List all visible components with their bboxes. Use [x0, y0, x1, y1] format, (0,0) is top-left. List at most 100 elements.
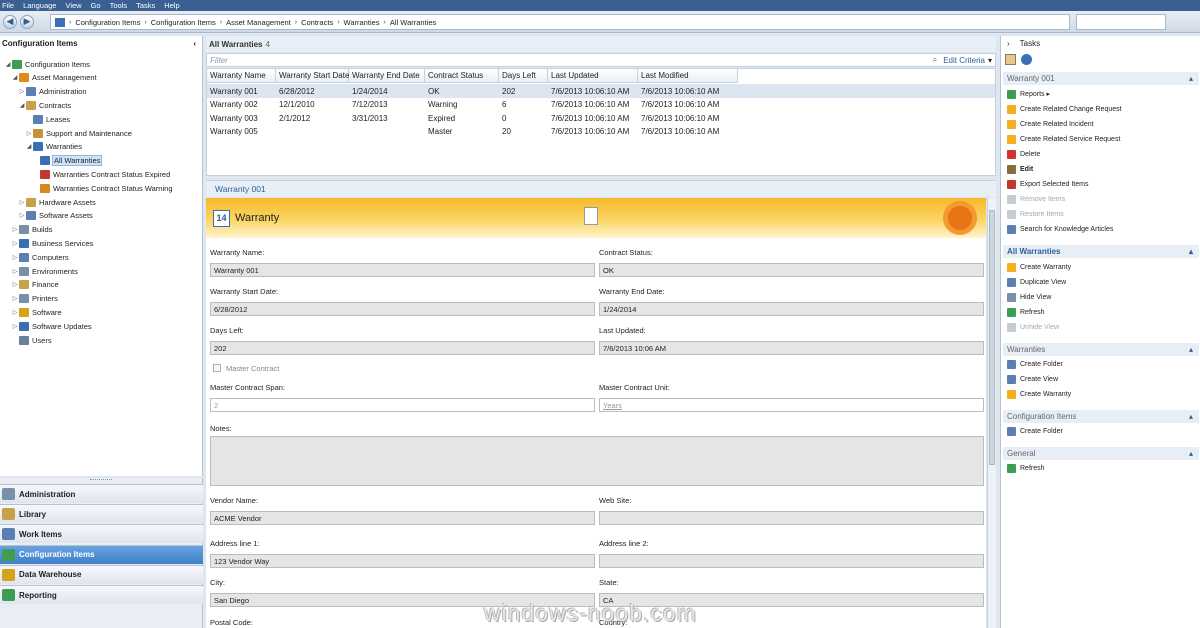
- table-row[interactable]: Warranty 001 6/28/2012 1/24/2014 OK 202 7/6/2…: [207, 84, 995, 98]
- edit-criteria-link[interactable]: Edit Criteria: [943, 56, 985, 65]
- breadcrumb-item[interactable]: Configuration Items: [151, 18, 216, 27]
- task-item[interactable]: Refresh: [1001, 306, 1199, 318]
- task-item[interactable]: Delete: [1001, 148, 1199, 160]
- expand-arrow-icon[interactable]: ▷: [18, 199, 26, 206]
- expand-arrow-icon[interactable]: ◢: [4, 61, 12, 68]
- task-item[interactable]: Edit: [1001, 164, 1199, 176]
- chevron-up-icon[interactable]: ▴: [1189, 247, 1193, 256]
- master-contract-checkbox[interactable]: [213, 364, 221, 372]
- expand-arrow-icon[interactable]: ◢: [18, 102, 26, 109]
- column-header[interactable]: Last Updated: [548, 69, 638, 83]
- column-header[interactable]: Contract Status: [425, 69, 499, 83]
- table-row[interactable]: Warranty 003 2/1/2012 3/31/2013 Expired 0 7/6…: [207, 111, 995, 125]
- chevron-up-icon[interactable]: ▴: [1189, 412, 1193, 421]
- master-contract-span-field[interactable]: 2: [210, 398, 595, 412]
- wunderbar-data-warehouse[interactable]: Data Warehouse: [0, 564, 203, 584]
- tree-item[interactable]: Leases: [25, 113, 70, 125]
- breadcrumb[interactable]: › Configuration Items › Configuration Items…: [50, 14, 1070, 30]
- task-section-header[interactable]: General ▴: [1003, 446, 1199, 460]
- column-header[interactable]: Warranty Name: [207, 69, 276, 83]
- menu-item-tools[interactable]: Tools: [110, 1, 128, 10]
- address-line-1-field[interactable]: 123 Vendor Way: [210, 554, 595, 568]
- task-item[interactable]: Create Folder: [1001, 359, 1199, 371]
- column-header[interactable]: Warranty End Date: [349, 69, 425, 83]
- task-item[interactable]: Create Warranty: [1001, 389, 1199, 401]
- menu-item-file[interactable]: File: [2, 1, 14, 10]
- wunderbar-work-items[interactable]: Work Items: [0, 524, 203, 544]
- expand-arrow-icon[interactable]: ▷: [11, 323, 19, 330]
- forward-button[interactable]: ▶: [20, 14, 34, 29]
- menu-item-help[interactable]: Help: [164, 1, 179, 10]
- task-section-header[interactable]: Configuration Items ▴: [1003, 409, 1199, 423]
- splitter-grip[interactable]: [90, 479, 112, 481]
- address-line-2-field[interactable]: [599, 554, 984, 568]
- expand-arrow-icon[interactable]: ▷: [18, 88, 26, 95]
- task-item[interactable]: Create Related Service Request: [1001, 133, 1199, 145]
- form-scrollbar[interactable]: [987, 198, 996, 628]
- task-item[interactable]: Export Selected Items: [1001, 179, 1199, 191]
- tree-item[interactable]: ▷ Computers: [11, 251, 69, 263]
- tree-item[interactable]: ▷ Software Updates: [11, 320, 92, 332]
- task-item[interactable]: Reports ▸: [1001, 88, 1199, 100]
- tree-item[interactable]: ◢ Contracts: [18, 99, 71, 111]
- column-header[interactable]: Last Modified: [638, 69, 738, 83]
- tree-item[interactable]: ▷ Software Assets: [18, 210, 93, 222]
- chevron-up-icon[interactable]: ▴: [1189, 345, 1193, 354]
- notes-textarea[interactable]: [210, 436, 984, 486]
- menu-item-view[interactable]: View: [65, 1, 81, 10]
- clipboard-icon[interactable]: [1005, 54, 1016, 65]
- breadcrumb-item[interactable]: Contracts: [301, 18, 333, 27]
- expand-arrow-icon[interactable]: ◢: [25, 143, 33, 150]
- column-header[interactable]: Days Left: [499, 69, 548, 83]
- scrollbar-thumb[interactable]: [989, 210, 995, 465]
- task-section-header[interactable]: Warranty 001 ▴: [1003, 72, 1199, 85]
- breadcrumb-item[interactable]: Asset Management: [226, 18, 291, 27]
- task-item[interactable]: Search for Knowledge Articles: [1001, 224, 1199, 236]
- tree-item[interactable]: ◢ Warranties: [25, 141, 82, 153]
- menu-item-language[interactable]: Language: [23, 1, 56, 10]
- task-item[interactable]: Refresh: [1001, 463, 1199, 475]
- help-icon[interactable]: [1021, 54, 1032, 65]
- expand-arrow-icon[interactable]: ▷: [11, 281, 19, 288]
- tree-item[interactable]: Warranties Contract Status Warning: [32, 182, 173, 194]
- task-item[interactable]: Create Related Change Request: [1001, 103, 1199, 115]
- expand-arrow-icon[interactable]: ▷: [11, 309, 19, 316]
- expand-pane-icon[interactable]: ›: [1007, 39, 1010, 48]
- expand-arrow-icon[interactable]: ▷: [25, 130, 33, 137]
- expand-arrow-icon[interactable]: ▷: [11, 268, 19, 275]
- expand-arrow-icon[interactable]: ◢: [11, 74, 19, 81]
- task-item[interactable]: Create View: [1001, 374, 1199, 386]
- expand-arrow-icon[interactable]: ▷: [11, 254, 19, 261]
- task-item[interactable]: Hide View: [1001, 291, 1199, 303]
- warranty-end-date-field[interactable]: 1/24/2014: [599, 302, 984, 316]
- warranty-start-date-field[interactable]: 6/28/2012: [210, 302, 595, 316]
- expand-arrow-icon[interactable]: ▷: [18, 212, 26, 219]
- tree-item[interactable]: ▷ Finance: [11, 279, 59, 291]
- days-left-field[interactable]: 202: [210, 341, 595, 355]
- master-contract-unit-select[interactable]: Years: [599, 398, 984, 412]
- web-site-field[interactable]: [599, 511, 984, 525]
- tree-item[interactable]: Users: [11, 334, 52, 346]
- wunderbar-library[interactable]: Library: [0, 504, 203, 524]
- expand-arrow-icon[interactable]: ▷: [11, 295, 19, 302]
- tree-item[interactable]: ▷ Support and Maintenance: [25, 127, 132, 139]
- tree-item[interactable]: All Warranties: [32, 155, 103, 167]
- tree-item[interactable]: ▷ Administration: [18, 86, 87, 98]
- vendor-name-field[interactable]: ACME Vendor: [210, 511, 595, 525]
- table-row[interactable]: Warranty 002 12/1/2010 7/12/2013 Warning 6 7/…: [207, 98, 995, 112]
- search-input[interactable]: [1076, 14, 1166, 30]
- column-header[interactable]: Warranty Start Date: [276, 69, 349, 83]
- menu-item-tasks[interactable]: Tasks: [136, 1, 155, 10]
- chevron-up-icon[interactable]: ▴: [1189, 449, 1193, 458]
- tree-item[interactable]: ▷ Builds: [11, 224, 52, 236]
- wunderbar-administration[interactable]: Administration: [0, 484, 203, 503]
- breadcrumb-item[interactable]: Configuration Items: [75, 18, 140, 27]
- collapse-pane-icon[interactable]: ‹: [193, 39, 196, 48]
- table-row[interactable]: Warranty 005 Master 20 7/6/2013 10:06:10 AM…: [207, 125, 995, 139]
- task-item[interactable]: Create Related Incident: [1001, 118, 1199, 130]
- breadcrumb-item[interactable]: All Warranties: [390, 18, 436, 27]
- tree-item[interactable]: ◢ Configuration Items: [4, 58, 90, 70]
- task-item[interactable]: Create Folder: [1001, 426, 1199, 438]
- warranty-name-field[interactable]: Warranty 001: [210, 263, 595, 277]
- chevron-up-icon[interactable]: ▴: [1189, 74, 1193, 83]
